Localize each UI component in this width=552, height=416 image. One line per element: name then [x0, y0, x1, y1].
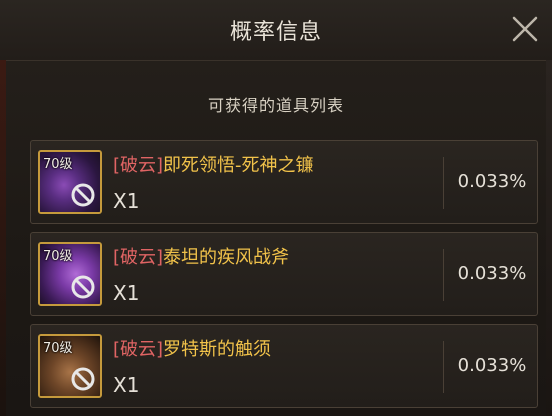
ban-icon	[71, 183, 95, 207]
item-quantity: X1	[113, 189, 140, 213]
divider	[443, 341, 444, 393]
item-probability: 0.033%	[457, 355, 527, 376]
item-icon[interactable]: 70级	[38, 334, 102, 398]
item-title: 泰坦的疾风战斧	[163, 247, 290, 268]
item-row[interactable]: 70级 [破云]罗特斯的触须 X1 0.033%	[30, 324, 538, 408]
item-row[interactable]: 70级 [破云]即死领悟-死神之镰 X1 0.033%	[30, 140, 538, 224]
item-icon[interactable]: 70级	[38, 242, 102, 306]
divider	[443, 157, 444, 209]
item-row[interactable]: 70级 [破云]泰坦的疾风战斧 X1 0.033%	[30, 232, 538, 316]
item-name: [破云]罗特斯的触须	[113, 335, 271, 361]
divider	[443, 249, 444, 301]
item-name: [破云]泰坦的疾风战斧	[113, 243, 289, 269]
item-quantity: X1	[113, 373, 140, 397]
dialog-title: 概率信息	[229, 20, 322, 45]
item-probability: 0.033%	[457, 263, 527, 284]
item-level: 70级	[43, 249, 73, 264]
list-heading: 可获得的道具列表	[207, 96, 344, 115]
item-title: 即死领悟-死神之镰	[163, 155, 314, 176]
probability-dialog: 概率信息 可获得的道具列表 70级 [破云]即死领悟-死神之镰 X1 0.033…	[0, 0, 552, 416]
item-level: 70级	[43, 341, 73, 356]
item-quantity: X1	[113, 281, 140, 305]
item-title: 罗特斯的触须	[163, 339, 272, 360]
close-button[interactable]	[508, 12, 542, 46]
ban-icon	[71, 367, 95, 391]
item-level: 70级	[43, 157, 73, 172]
item-name: [破云]即死领悟-死神之镰	[113, 151, 314, 177]
close-icon	[512, 16, 538, 42]
item-prefix: [破云]	[113, 155, 164, 176]
item-prefix: [破云]	[113, 247, 164, 268]
ban-icon	[71, 275, 95, 299]
title-bar: 概率信息	[0, 0, 552, 61]
item-prefix: [破云]	[113, 339, 164, 360]
item-probability: 0.033%	[457, 171, 527, 192]
item-icon[interactable]: 70级	[38, 150, 102, 214]
